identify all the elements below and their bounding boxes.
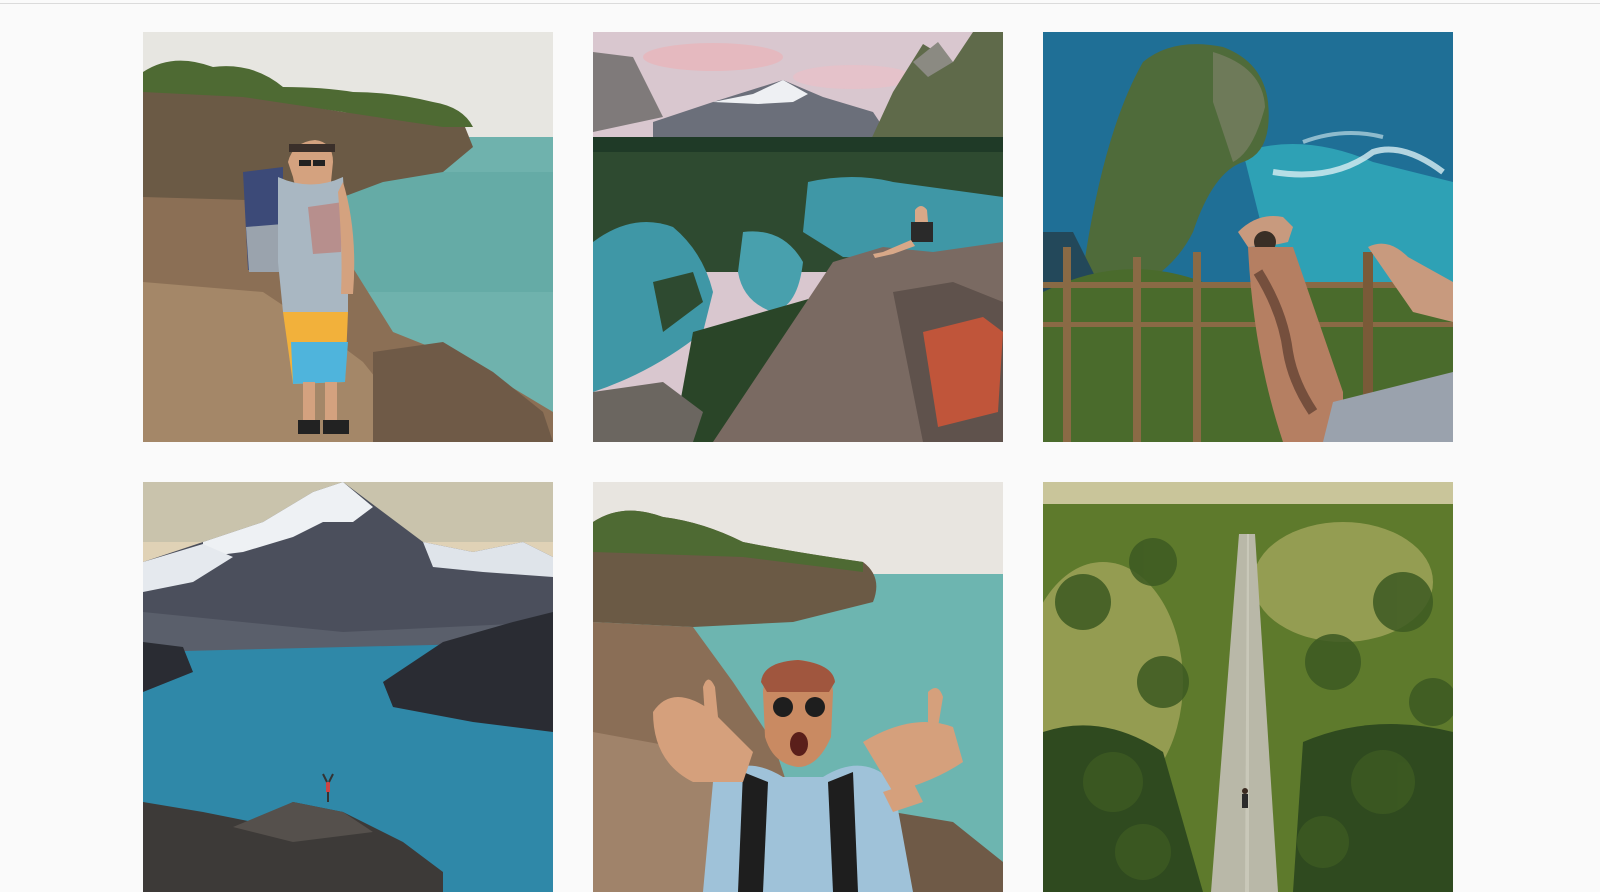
post-1-photo	[143, 32, 553, 442]
post-6[interactable]	[1043, 482, 1453, 892]
post-4[interactable]	[143, 482, 553, 892]
header-divider	[0, 0, 1600, 4]
photo-grid	[143, 32, 1453, 892]
post-1[interactable]	[143, 32, 553, 442]
post-6-photo	[1043, 482, 1453, 892]
post-4-photo	[143, 482, 553, 892]
post-3-photo	[1043, 32, 1453, 442]
post-5[interactable]	[593, 482, 1003, 892]
post-2-photo	[593, 32, 1003, 442]
post-2[interactable]	[593, 32, 1003, 442]
post-5-photo	[593, 482, 1003, 892]
post-3[interactable]	[1043, 32, 1453, 442]
